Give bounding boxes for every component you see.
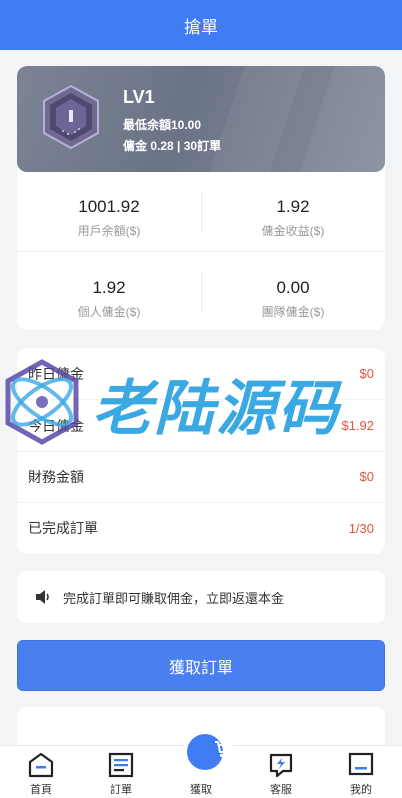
stat-value: 1001.92 (78, 197, 140, 216)
row-value: $0 (359, 469, 374, 484)
list-icon (108, 752, 134, 778)
account-summary-card: LV1 最低余額10.00 傭金 0.28 | 30訂單 1001.92 用戶余… (17, 66, 385, 330)
tab-label: 客服 (270, 784, 292, 796)
list-item: 已完成訂單 1/30 (17, 502, 385, 554)
min-balance-text: 最低余額10.00 (123, 118, 202, 132)
tab-orders[interactable]: 訂單 (81, 746, 161, 798)
cart-icon (215, 741, 233, 758)
notice-bar: 完成訂單即可賺取佣金，立即返還本金 (17, 571, 385, 623)
stat-value: 1.92 (92, 278, 126, 297)
stat-value: 0.00 (276, 278, 310, 297)
stat-personal-commission: 1.92 個人傭金($) (17, 278, 201, 320)
hexagon-rank-badge-icon (43, 84, 99, 150)
row-label: 財務金額 (28, 468, 84, 485)
row-value: 1/30 (348, 520, 374, 536)
page-title: 搶單 (184, 17, 218, 37)
stat-value: 1.92 (276, 197, 310, 216)
list-item: 財務金額 $0 (17, 451, 385, 503)
row-label: 已完成訂單 (28, 520, 98, 536)
get-order-button[interactable]: 獲取訂單 (17, 640, 385, 691)
service-icon (269, 753, 293, 778)
row-label: 今日傭金 (28, 417, 84, 434)
level-card: LV1 最低余額10.00 傭金 0.28 | 30訂單 (17, 66, 385, 172)
stat-team-commission: 0.00 團隊傭金($) (201, 278, 385, 320)
tab-label: 訂單 (110, 784, 132, 796)
tab-profile[interactable]: 我的 (321, 746, 401, 798)
stat-commission-income: 1.92 傭金收益($) (201, 197, 385, 239)
stat-label: 個人傭金($) (77, 305, 141, 319)
tab-grab[interactable]: 獲取 (161, 730, 241, 798)
stat-label: 用戶余額($) (77, 224, 141, 238)
speaker-icon (36, 590, 49, 604)
tab-label: 首頁 (30, 784, 52, 796)
home-icon (28, 752, 54, 778)
earnings-list: 昨日傭金 $0 今日傭金 $1.92 財務金額 $0 已完成訂單 1/30 (17, 348, 385, 554)
row-value: $1.92 (341, 418, 374, 433)
tab-home[interactable]: 首頁 (1, 746, 81, 798)
stat-user-balance: 1001.92 用戶余額($) (17, 197, 201, 239)
stats-grid: 1001.92 用戶余額($) 1.92 傭金收益($) 1.92 個人傭金($… (17, 172, 385, 330)
tab-service[interactable]: 客服 (241, 746, 321, 798)
profile-icon (348, 752, 374, 776)
stat-label: 團隊傭金($) (261, 305, 325, 319)
level-name: LV1 (123, 87, 155, 107)
list-item: 今日傭金 $1.92 (17, 400, 385, 452)
row-value: $0 (359, 366, 374, 381)
app-header: 搶單 (0, 0, 402, 50)
tab-label: 我的 (350, 784, 372, 796)
commission-info-text: 傭金 0.28 | 30訂單 (123, 139, 222, 153)
stat-label: 傭金收益($) (261, 224, 325, 238)
notice-text: 完成訂單即可賺取佣金，立即返還本金 (63, 590, 285, 606)
row-label: 昨日傭金 (28, 365, 84, 382)
bottom-tab-bar: 首頁 訂單 獲取 客服 我的 (0, 730, 402, 798)
list-item: 昨日傭金 $0 (17, 348, 385, 400)
tab-label: 獲取 (190, 784, 212, 796)
